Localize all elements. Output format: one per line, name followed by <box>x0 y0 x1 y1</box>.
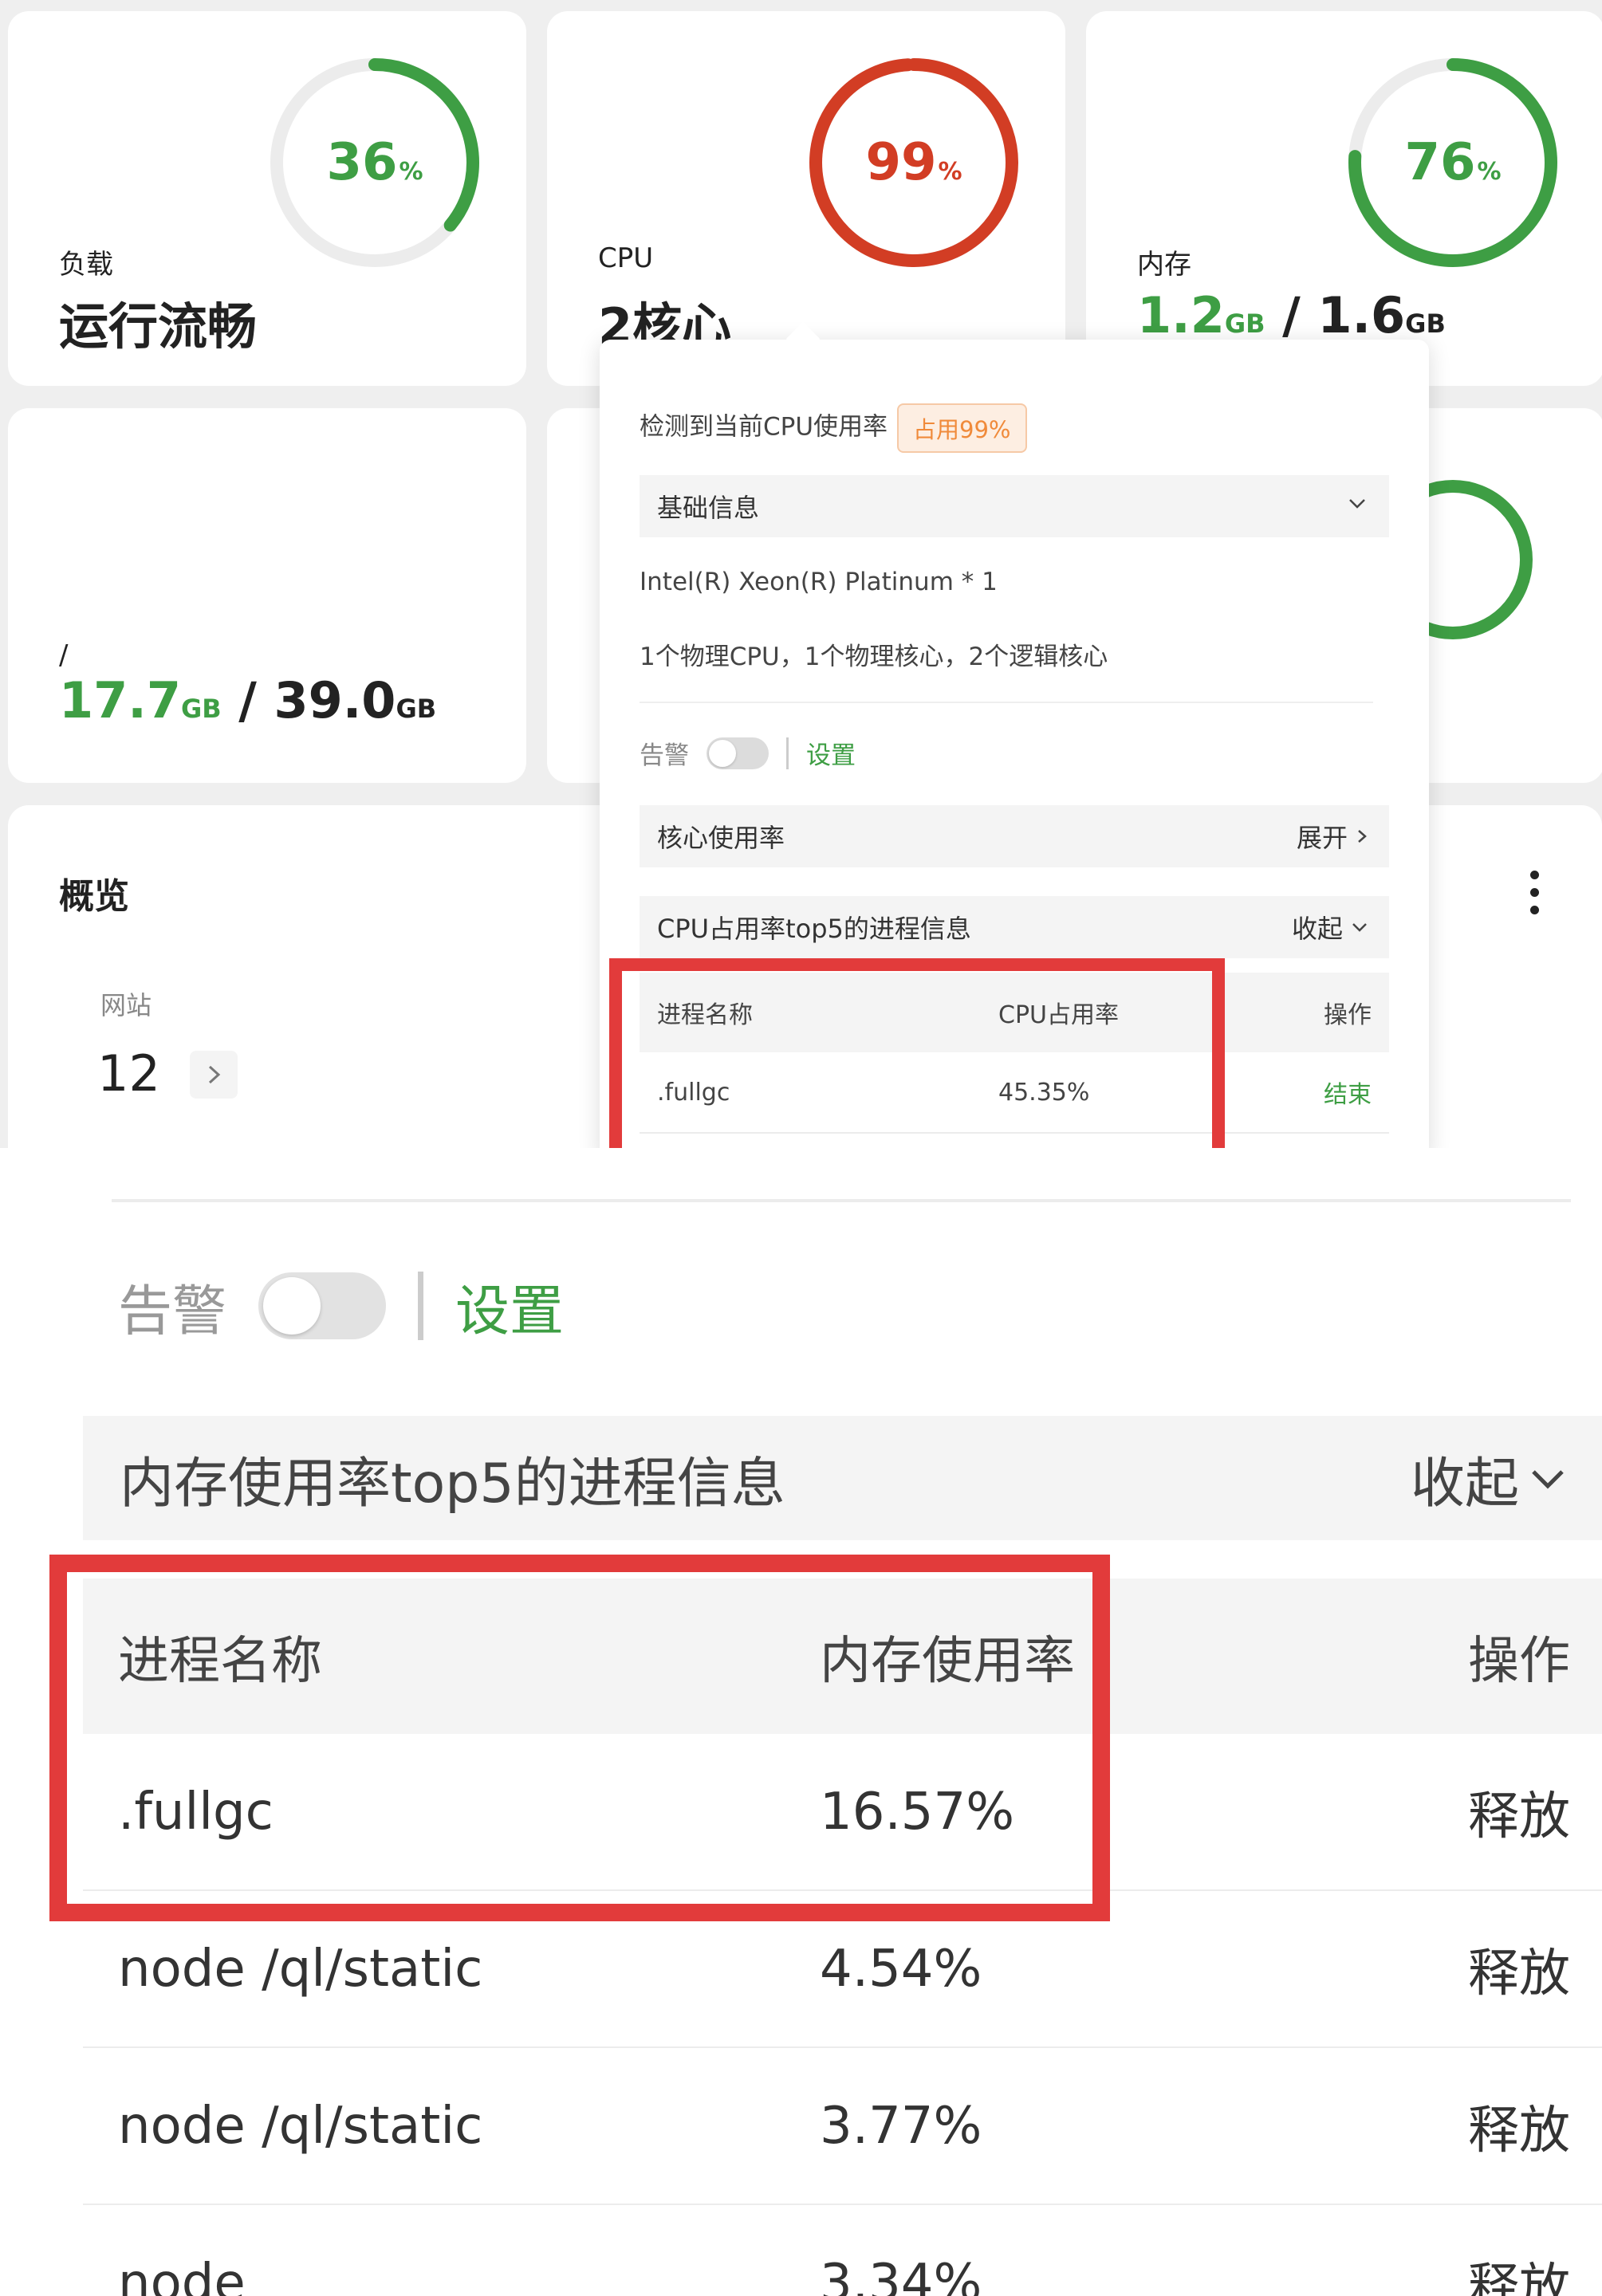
cpu-detected-row: 检测到当前CPU使用率 占用99% <box>640 403 1389 453</box>
separator <box>786 737 789 769</box>
process-memory-value: 3.34% <box>820 2253 982 2296</box>
memory-detail-panel: 告警 设置 内存使用率top5的进程信息 收起 进程名称 内存使用率 操作 .f… <box>0 1148 1602 2296</box>
alarm-settings-link[interactable]: 设置 <box>806 735 856 771</box>
header-action: 操作 <box>1468 1631 1570 1691</box>
collapse-button[interactable]: 收起 <box>1292 909 1372 946</box>
basic-info-section[interactable]: 基础信息 <box>640 475 1389 537</box>
release-button[interactable]: 释放 <box>1468 2205 1570 2296</box>
memory-value: 1.2GB / 1.6GB <box>1137 286 1446 344</box>
detail-settings-link[interactable]: 设置 <box>455 1267 564 1346</box>
popover-divider <box>640 702 1373 703</box>
load-label: 负载 <box>59 249 113 281</box>
alarm-label: 告警 <box>640 741 689 770</box>
cpu-percent: 99% <box>865 133 962 192</box>
cpu-detected-text: 检测到当前CPU使用率 <box>640 412 888 442</box>
process-name: node <box>118 2253 246 2296</box>
chevron-right-icon[interactable] <box>190 1051 238 1099</box>
table-row: node /ql/static 3.77% 释放 <box>83 2048 1602 2206</box>
detail-alarm-label: 告警 <box>118 1280 227 1343</box>
process-memory-value: 3.77% <box>820 2096 982 2156</box>
header-action: 操作 <box>1324 1001 1372 1029</box>
load-status: 运行流畅 <box>59 297 258 356</box>
table-row: node 3.34% 释放 <box>83 2205 1602 2296</box>
disk-card[interactable]: / 17.7GB / 39.0GB <box>8 408 526 783</box>
end-process-button[interactable]: 结束 <box>1324 1052 1372 1132</box>
chevron-down-icon <box>1532 1470 1564 1489</box>
basic-info-label: 基础信息 <box>657 493 760 523</box>
sites-label: 网站 <box>100 990 152 1020</box>
alarm-toggle[interactable] <box>707 737 769 769</box>
cpu-top5-label: CPU占用率top5的进程信息 <box>657 914 971 944</box>
detail-alarm-row: 告警 设置 <box>118 1266 564 1346</box>
cpu-gauge: 99% <box>802 51 1025 274</box>
core-usage-section[interactable]: 核心使用率 展开 <box>640 805 1389 867</box>
load-percent: 36% <box>326 133 423 192</box>
release-button[interactable]: 释放 <box>1468 1734 1570 1889</box>
cpu-model: Intel(R) Xeon(R) Platinum * 1 <box>640 568 998 596</box>
memory-label: 内存 <box>1137 249 1191 281</box>
chevron-down-icon <box>1343 489 1372 524</box>
load-card[interactable]: 36% 负载 运行流畅 <box>8 11 526 386</box>
more-vertical-icon[interactable] <box>1529 871 1541 918</box>
disk-mount-label: / <box>59 639 69 671</box>
process-name: node /ql/static <box>118 2096 483 2156</box>
memory-gauge: 76% <box>1341 51 1565 274</box>
chevron-down-icon <box>1352 923 1367 932</box>
load-gauge: 36% <box>263 51 486 274</box>
dashboard-panel: 36% 负载 运行流畅 99% CPU 2核心 76% 内存 1.2GB / 1… <box>0 0 1602 1148</box>
memory-card[interactable]: 76% 内存 1.2GB / 1.6GB <box>1086 11 1602 386</box>
expand-button[interactable]: 展开 <box>1297 818 1372 855</box>
release-button[interactable]: 释放 <box>1468 1891 1570 2046</box>
detail-divider <box>112 1199 1571 1202</box>
cpu-top5-section[interactable]: CPU占用率top5的进程信息 收起 <box>640 896 1389 958</box>
highlight-box-cpu-row <box>609 958 1225 1148</box>
core-usage-label: 核心使用率 <box>657 823 785 853</box>
sites-count[interactable]: 12 <box>97 1044 160 1103</box>
separator <box>418 1272 424 1340</box>
cpu-core-detail: 1个物理CPU，1个物理核心，2个逻辑核心 <box>640 643 1108 671</box>
detail-alarm-toggle[interactable] <box>258 1272 387 1339</box>
overview-title: 概览 <box>59 876 129 917</box>
chevron-right-icon <box>1358 830 1367 843</box>
release-button[interactable]: 释放 <box>1468 2048 1570 2204</box>
cpu-usage-badge: 占用99% <box>897 403 1027 453</box>
detail-collapse-button[interactable]: 收起 <box>1411 1439 1570 1518</box>
disk-value: 17.7GB / 39.0GB <box>59 671 437 729</box>
highlight-box-memory-row <box>49 1555 1110 1921</box>
alarm-row: 告警 设置 <box>640 735 1389 771</box>
cpu-label: CPU <box>598 242 654 274</box>
memory-top5-section[interactable]: 内存使用率top5的进程信息 收起 <box>83 1416 1602 1540</box>
memory-top5-label: 内存使用率top5的进程信息 <box>120 1452 785 1516</box>
memory-percent: 76% <box>1404 133 1502 192</box>
